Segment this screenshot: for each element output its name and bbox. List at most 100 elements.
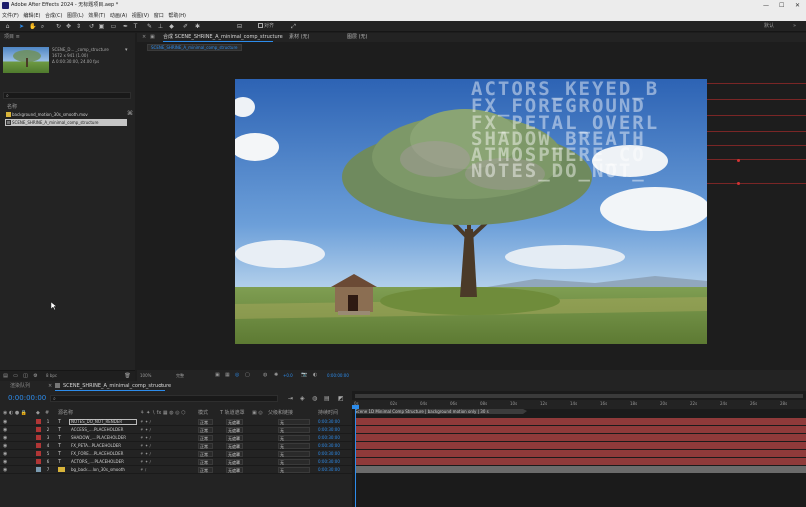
flowchart-icon[interactable]: ⌘ (127, 110, 133, 117)
eraser-tool-icon[interactable]: ◆ (168, 23, 175, 30)
eye-icon[interactable]: ◉ (3, 452, 8, 457)
comp-breadcrumb[interactable]: SCENE_SHRINE_A_minimal_comp_structure (147, 44, 242, 51)
mode-dropdown[interactable]: 正常 (198, 443, 213, 449)
parent-dropdown[interactable]: 无 (278, 419, 310, 425)
current-time-indicator-head[interactable] (352, 405, 359, 409)
menu-animation[interactable]: 动画(A) (110, 11, 127, 21)
eye-icon[interactable]: ◉ (3, 460, 8, 465)
workspace-default[interactable]: 默认 (764, 23, 774, 30)
viewer-timecode[interactable]: 0:00:00:00 (327, 370, 349, 381)
duration-header[interactable]: 持续时间 (318, 409, 338, 417)
type-tool-icon[interactable]: T (132, 23, 139, 30)
parent-header[interactable]: 父级和链接 (268, 409, 293, 417)
trkmat-dropdown[interactable]: 无遮罩 (226, 427, 243, 433)
number-column-icon[interactable]: # (45, 409, 49, 417)
time-ruler[interactable]: 0s 02s 04s 06s 08s 10s 12s 14s 16s 18s 2… (352, 400, 806, 409)
mask-visibility-icon[interactable]: ◎ (235, 370, 239, 381)
trkmat-switch-icons[interactable]: ▣ ◎ (252, 409, 263, 417)
selection-tool-icon[interactable]: ➤ (18, 23, 25, 30)
label-color-swatch[interactable] (36, 427, 41, 432)
trkmat-dropdown[interactable]: 无遮罩 (226, 451, 243, 457)
workspace-more-icon[interactable]: » (793, 23, 796, 30)
exposure-reset-icon[interactable]: ✺ (274, 370, 278, 381)
close-icon[interactable]: × (142, 33, 146, 42)
comp-mini-flowchart-icon[interactable]: ⇥ (288, 395, 293, 402)
menu-file[interactable]: 文件(F) (2, 11, 19, 21)
layer-row[interactable]: ◉ 5 T FX_FORE....PLACEHOLDER ⚘ ✦ ∕ 正常 无遮… (0, 450, 352, 458)
guides-icon[interactable]: ▢ (245, 370, 250, 381)
layer-switches[interactable]: ⚘ ✦ ∕ (140, 450, 151, 458)
menu-layer[interactable]: 图层(L) (67, 11, 84, 21)
layer-bar[interactable] (355, 466, 806, 473)
puppet-tool-icon[interactable]: ✱ (194, 23, 201, 30)
new-folder-icon[interactable]: ▭ (12, 373, 19, 379)
tab-footage[interactable]: 素材 (无) (289, 33, 310, 42)
label-color-swatch[interactable] (36, 467, 41, 472)
anchor-point-handle[interactable] (737, 159, 740, 162)
layer-row[interactable]: ◉ 7 bg_back....lon_30s_smooth ⚘ ∕ 正常 无遮罩… (0, 466, 352, 474)
layer-bar[interactable] (355, 418, 806, 425)
label-color-swatch[interactable] (36, 419, 41, 424)
snap-options-icon[interactable]: ⤢ (290, 23, 297, 30)
pan-tool-icon[interactable]: ✥ (65, 23, 72, 30)
trkmat-dropdown[interactable]: 无遮罩 (226, 467, 243, 473)
show-channel-icon[interactable]: ◐ (313, 370, 317, 381)
zoom-dropdown[interactable]: 100% (140, 370, 151, 381)
name-column-header[interactable]: 名称 (7, 103, 17, 110)
layer-duration[interactable]: 0:00:30:00 (318, 418, 340, 426)
parent-dropdown[interactable]: 无 (278, 443, 310, 449)
project-search-input[interactable]: ⌕ (3, 92, 131, 99)
parent-dropdown[interactable]: 无 (278, 467, 310, 473)
eye-icon[interactable]: ◉ (3, 436, 8, 441)
label-color-swatch[interactable] (36, 443, 41, 448)
switches-header-icons[interactable]: ⚘ ✦ ∖ fx ▦ ◍ ◎ ⬡ (140, 409, 186, 417)
label-color-swatch[interactable] (36, 435, 41, 440)
eye-icon[interactable]: ◉ (3, 444, 8, 449)
layer-switches[interactable]: ⚘ ✦ ∕ (140, 458, 151, 466)
tab-render-queue[interactable]: 渲染队列 (10, 381, 30, 391)
exposure-value[interactable]: +0.0 (283, 370, 293, 381)
color-management-icon[interactable]: ◍ (263, 370, 267, 381)
mask-tool-icon[interactable]: ▭ (110, 23, 117, 30)
mode-dropdown[interactable]: 正常 (198, 435, 213, 441)
layer-switches[interactable]: ⚘ ∕ (140, 466, 146, 474)
layer-bar[interactable] (355, 458, 806, 465)
menu-effect[interactable]: 效果(T) (88, 11, 105, 21)
orbit-tool-icon[interactable]: ↻ (55, 23, 62, 30)
layer-row[interactable]: ◉ 3 T SHADOW_....PLACEHOLDER ⚘ ✦ ∕ 正常 无遮… (0, 434, 352, 442)
resolution-dropdown[interactable]: 完整 (176, 370, 184, 381)
layer-switches[interactable]: ⚘ ✦ ∕ (140, 418, 151, 426)
av-features-icon[interactable]: ◉ ◐ ● 🔒 (3, 409, 27, 417)
mode-dropdown[interactable]: 正常 (198, 419, 213, 425)
trkmat-dropdown[interactable]: 无遮罩 (226, 435, 243, 441)
trkmat-dropdown[interactable]: 无遮罩 (226, 459, 243, 465)
dolly-tool-icon[interactable]: ⇕ (75, 23, 82, 30)
layer-duration[interactable]: 0:00:30:00 (318, 458, 340, 466)
maximize-button[interactable]: ☐ (779, 0, 784, 11)
mode-dropdown[interactable]: 正常 (198, 451, 213, 457)
layer-name[interactable]: FX_FORE....PLACEHOLDER (71, 450, 123, 458)
frame-blending-icon[interactable]: ▤ (324, 395, 330, 402)
layer-switches[interactable]: ⚘ ✦ ∕ (140, 426, 151, 434)
current-time-display[interactable]: 0:00:00:00 (8, 394, 46, 402)
tab-layer[interactable]: 图层 (无) (347, 33, 368, 42)
clone-stamp-tool-icon[interactable]: ⊥ (157, 23, 164, 30)
label-column-icon[interactable]: ◆ (36, 409, 40, 417)
label-color-swatch[interactable] (36, 459, 41, 464)
project-item-footage[interactable]: background_motion_30s_smooth.mov (5, 111, 127, 118)
close-icon[interactable]: × (48, 381, 52, 391)
trkmat-dropdown[interactable]: 无遮罩 (226, 443, 243, 449)
current-time-indicator[interactable] (355, 408, 356, 507)
layer-switches[interactable]: ⚘ ✦ ∕ (140, 442, 151, 450)
chevron-down-icon[interactable]: ▾ (125, 47, 128, 53)
shy-layers-icon[interactable]: ◍ (312, 395, 317, 402)
zoom-tool-icon[interactable]: ⌕ (39, 23, 46, 30)
trkmat-header[interactable]: T 轨道遮罩 (220, 409, 245, 417)
parent-dropdown[interactable]: 无 (278, 435, 310, 441)
pen-tool-icon[interactable]: ✒ (122, 23, 129, 30)
work-area-bar[interactable] (355, 394, 803, 398)
project-tab[interactable]: 项目 ≡ (0, 33, 135, 42)
new-composition-icon[interactable]: ◫ (22, 373, 29, 379)
eye-icon[interactable]: ◉ (3, 420, 8, 425)
eye-icon[interactable]: ◉ (3, 428, 8, 433)
